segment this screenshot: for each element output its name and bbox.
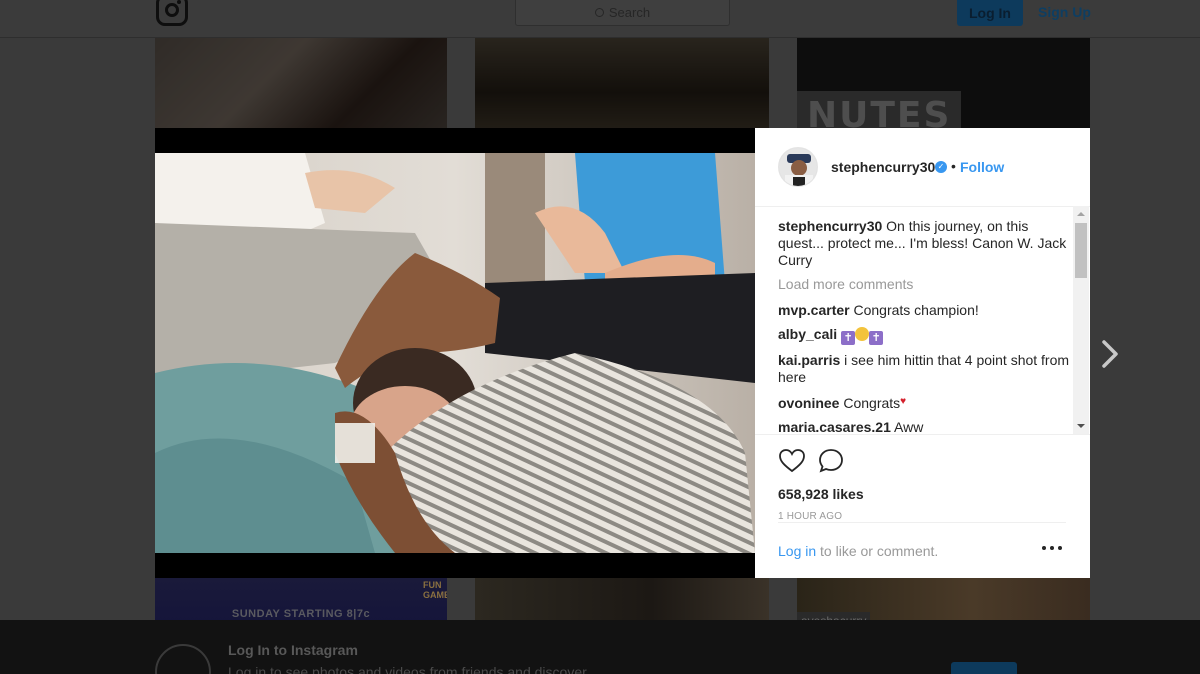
grid-thumbnail[interactable] <box>475 38 769 128</box>
post-photo[interactable] <box>155 153 755 553</box>
login-button[interactable]: Log In <box>957 0 1023 26</box>
comment-item: mvp.carter Congrats champion! <box>778 302 1072 319</box>
thumbnail-logo-text: FUN GAMES <box>423 580 447 600</box>
post-actions: 658,928 likes 1 HOUR AGO <box>755 434 1090 522</box>
avatar-image <box>779 148 817 186</box>
banner-login-button[interactable] <box>951 662 1017 674</box>
face-emoji-icon <box>855 327 870 341</box>
caption: stephencurry30 On this journey, on this … <box>778 218 1072 269</box>
comment-item: maria.casares.21 Aww <box>778 419 1072 434</box>
separator-dot: • <box>951 158 956 174</box>
thumbnail-text: NUTES <box>797 91 962 128</box>
comment-bubble-icon[interactable] <box>817 447 845 475</box>
instagram-logo-icon[interactable] <box>156 0 188 26</box>
likes-count[interactable]: 658,928 likes <box>778 486 864 502</box>
load-more-comments-button[interactable]: Load more comments <box>778 276 1072 293</box>
search-icon <box>594 8 604 17</box>
caption-username[interactable]: stephencurry30 <box>778 218 882 234</box>
grid-thumbnail[interactable]: NUTES <box>797 38 1090 128</box>
post-username[interactable]: stephencurry30 <box>831 159 935 175</box>
comment-username[interactable]: maria.casares.21 <box>778 419 891 434</box>
scroll-up-arrow-icon[interactable] <box>1073 206 1089 222</box>
grid-thumbnail[interactable] <box>155 38 447 128</box>
login-prompt-suffix: to like or comment. <box>816 543 939 559</box>
heart-emoji-icon: ♥ <box>900 396 907 407</box>
thumbnail-text: SUNDAY STARTING 8|7c <box>231 608 371 620</box>
login-link[interactable]: Log in <box>778 543 816 559</box>
instagram-logo-icon <box>155 644 211 674</box>
scrollbar-thumb[interactable] <box>1075 223 1087 278</box>
comment-text: Congrats <box>843 395 901 411</box>
comment-item: kai.parris i see him hittin that 4 point… <box>778 352 1072 386</box>
search-input[interactable]: Search <box>515 0 730 26</box>
search-placeholder: Search <box>608 5 651 20</box>
heart-icon[interactable] <box>778 447 806 475</box>
login-banner: Log In to Instagram Log in to see photos… <box>0 620 1200 674</box>
avatar[interactable] <box>778 147 818 187</box>
banner-title: Log In to Instagram <box>228 642 358 658</box>
chevron-right-icon[interactable] <box>1098 338 1122 370</box>
login-to-comment-row: Log in to like or comment. <box>755 522 1090 578</box>
post-media <box>155 128 755 578</box>
banner-subtitle: Log in to see photos and videos from fri… <box>228 664 587 674</box>
cross-emoji-icon: ✝ <box>841 331 856 345</box>
comment-item: alby_cali ✝ ✝ <box>778 326 1072 345</box>
comment-item: ovoninee Congrats♥ <box>778 393 1072 412</box>
newborn-photo-illustration <box>155 153 755 553</box>
verified-badge-icon: ✓ <box>935 161 947 173</box>
post-sidebar: stephencurry30 ✓ • Follow stephencurry30… <box>755 128 1090 578</box>
comment-text: Congrats champion! <box>853 302 979 318</box>
comments-list: stephencurry30 On this journey, on this … <box>778 218 1072 434</box>
comment-text: Aww <box>894 419 924 434</box>
comment-username[interactable]: alby_cali <box>778 326 837 342</box>
comment-username[interactable]: mvp.carter <box>778 302 850 318</box>
top-navbar: Search Log In Sign Up <box>0 0 1200 38</box>
comment-username[interactable]: ovoninee <box>778 395 839 411</box>
post-header: stephencurry30 ✓ • Follow <box>755 128 1090 207</box>
follow-button[interactable]: Follow <box>960 159 1004 175</box>
signup-link[interactable]: Sign Up <box>1038 4 1091 20</box>
comment-username[interactable]: kai.parris <box>778 352 840 368</box>
scroll-down-arrow-icon[interactable] <box>1073 418 1089 434</box>
more-options-icon[interactable] <box>1042 540 1062 556</box>
post-timestamp: 1 HOUR AGO <box>778 511 843 522</box>
cross-emoji-icon: ✝ <box>869 331 884 345</box>
comments-scrollbar[interactable] <box>1073 206 1089 434</box>
login-prompt: Log in to like or comment. <box>778 543 938 559</box>
divider <box>778 522 1066 523</box>
action-buttons <box>778 447 898 477</box>
